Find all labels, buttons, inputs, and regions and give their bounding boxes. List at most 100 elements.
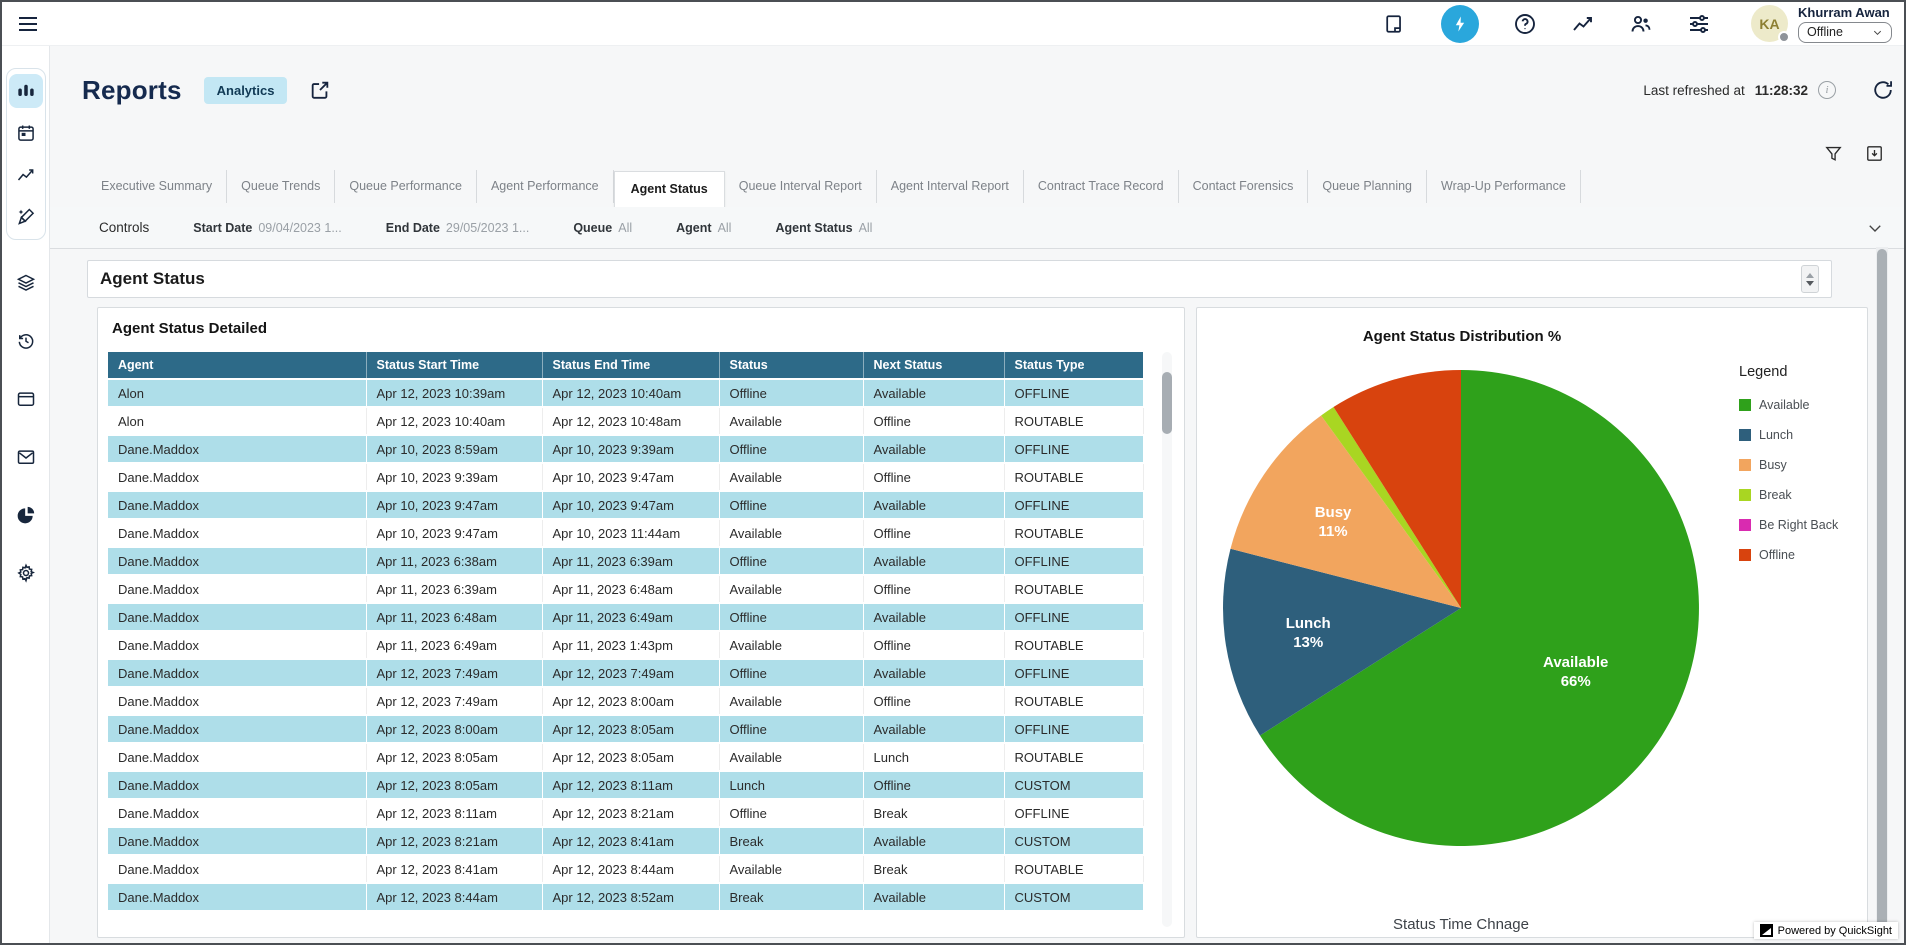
table-cell: Apr 12, 2023 8:05am xyxy=(542,715,719,743)
table-cell: Apr 10, 2023 9:47am xyxy=(366,491,542,519)
column-header[interactable]: Status Type xyxy=(1004,352,1143,379)
layers-icon xyxy=(16,273,36,293)
table-row[interactable]: Dane.MaddoxApr 12, 2023 8:21amApr 12, 20… xyxy=(108,827,1143,855)
table-cell: Available xyxy=(863,547,1004,575)
info-icon[interactable]: i xyxy=(1818,81,1836,99)
status-dropdown[interactable]: Offline xyxy=(1798,22,1892,43)
table-cell: Apr 11, 2023 1:43pm xyxy=(542,631,719,659)
browser-window-icon xyxy=(16,389,36,409)
settings-sliders-icon[interactable] xyxy=(1687,12,1711,36)
legend-item-busy[interactable]: Busy xyxy=(1739,458,1838,472)
column-header[interactable]: Status xyxy=(719,352,863,379)
avatar[interactable]: KA xyxy=(1751,5,1788,42)
controls-collapse-chevron-icon[interactable] xyxy=(1866,219,1884,242)
table-row[interactable]: Dane.MaddoxApr 12, 2023 8:11amApr 12, 20… xyxy=(108,799,1143,827)
control-agent[interactable]: AgentAll xyxy=(676,221,731,235)
sidebar-item-trends[interactable] xyxy=(9,158,43,192)
refresh-icon[interactable] xyxy=(1872,79,1894,101)
table-row[interactable]: Dane.MaddoxApr 12, 2023 8:05amApr 12, 20… xyxy=(108,771,1143,799)
tab-wrap-up-performance[interactable]: Wrap-Up Performance xyxy=(1427,170,1581,203)
table-row[interactable]: Dane.MaddoxApr 11, 2023 6:39amApr 11, 20… xyxy=(108,575,1143,603)
table-row[interactable]: Dane.MaddoxApr 12, 2023 8:00amApr 12, 20… xyxy=(108,715,1143,743)
legend-item-lunch[interactable]: Lunch xyxy=(1739,428,1838,442)
table-cell: Available xyxy=(863,435,1004,463)
table-row[interactable]: AlonApr 12, 2023 10:39amApr 12, 2023 10:… xyxy=(108,379,1143,407)
sidebar-item-schedule[interactable] xyxy=(9,116,43,150)
controls-label[interactable]: Controls xyxy=(99,220,149,235)
sidebar-item-mail[interactable] xyxy=(9,440,43,474)
table-row[interactable]: Dane.MaddoxApr 11, 2023 6:38amApr 11, 20… xyxy=(108,547,1143,575)
calendar-icon xyxy=(16,123,36,143)
legend-item-available[interactable]: Available xyxy=(1739,398,1838,412)
tab-agent-interval-report[interactable]: Agent Interval Report xyxy=(877,170,1024,203)
analytics-chart-icon[interactable] xyxy=(1571,12,1595,36)
tab-queue-trends[interactable]: Queue Trends xyxy=(227,170,335,203)
legend-item-be-right-back[interactable]: Be Right Back xyxy=(1739,518,1838,532)
column-header[interactable]: Status End Time xyxy=(542,352,719,379)
legend-item-offline[interactable]: Offline xyxy=(1739,548,1838,562)
table-row[interactable]: AlonApr 12, 2023 10:40amApr 12, 2023 10:… xyxy=(108,407,1143,435)
control-agent-status[interactable]: Agent StatusAll xyxy=(775,221,872,235)
table-cell: Offline xyxy=(719,435,863,463)
analytics-badge[interactable]: Analytics xyxy=(204,77,288,104)
table-cell: Dane.Maddox xyxy=(108,519,366,547)
table-row[interactable]: Dane.MaddoxApr 12, 2023 7:49amApr 12, 20… xyxy=(108,687,1143,715)
table-row[interactable]: Dane.MaddoxApr 10, 2023 9:47amApr 10, 20… xyxy=(108,519,1143,547)
page-scrollbar-thumb[interactable] xyxy=(1877,249,1887,934)
lightning-icon[interactable] xyxy=(1441,5,1479,43)
sidebar-item-window[interactable] xyxy=(9,382,43,416)
control-start-date[interactable]: Start Date09/04/2023 1... xyxy=(193,221,341,235)
hamburger-menu-icon[interactable] xyxy=(16,12,40,36)
sidebar-item-reports[interactable] xyxy=(9,74,43,108)
sidebar-item-layers[interactable] xyxy=(9,266,43,300)
tab-contract-trace-record[interactable]: Contract Trace Record xyxy=(1024,170,1179,203)
table-row[interactable]: Dane.MaddoxApr 12, 2023 7:49amApr 12, 20… xyxy=(108,659,1143,687)
table-cell: Apr 12, 2023 8:00am xyxy=(542,687,719,715)
tab-queue-interval-report[interactable]: Queue Interval Report xyxy=(725,170,877,203)
column-header[interactable]: Next Status xyxy=(863,352,1004,379)
filter-icon[interactable] xyxy=(1824,144,1843,163)
sidebar-item-history[interactable] xyxy=(9,324,43,358)
table-cell: Apr 11, 2023 6:39am xyxy=(366,575,542,603)
sidebar-item-settings[interactable] xyxy=(9,556,43,590)
column-header[interactable]: Status Start Time xyxy=(366,352,542,379)
tab-executive-summary[interactable]: Executive Summary xyxy=(87,170,227,203)
table-cell: Apr 11, 2023 6:49am xyxy=(542,603,719,631)
table-scrollbar-thumb[interactable] xyxy=(1162,372,1172,434)
table-row[interactable]: Dane.MaddoxApr 10, 2023 8:59amApr 10, 20… xyxy=(108,435,1143,463)
table-row[interactable]: Dane.MaddoxApr 12, 2023 8:44amApr 12, 20… xyxy=(108,883,1143,911)
control-queue[interactable]: QueueAll xyxy=(573,221,632,235)
tab-agent-status[interactable]: Agent Status xyxy=(614,171,725,208)
sidebar-item-design[interactable] xyxy=(9,200,43,234)
table-cell: Apr 12, 2023 8:52am xyxy=(542,883,719,911)
tab-queue-performance[interactable]: Queue Performance xyxy=(335,170,477,203)
section-spinner[interactable] xyxy=(1801,265,1819,293)
agents-icon[interactable] xyxy=(1629,12,1653,36)
table-cell: Offline xyxy=(863,575,1004,603)
table-cell: Apr 10, 2023 9:47am xyxy=(542,491,719,519)
table-cell: Offline xyxy=(719,379,863,407)
download-icon[interactable] xyxy=(1865,144,1884,163)
table-scrollbar[interactable] xyxy=(1162,352,1172,927)
tab-agent-performance[interactable]: Agent Performance xyxy=(477,170,614,203)
table-row[interactable]: Dane.MaddoxApr 10, 2023 9:47amApr 10, 20… xyxy=(108,491,1143,519)
help-icon[interactable] xyxy=(1513,12,1537,36)
page-scrollbar[interactable] xyxy=(1876,247,1888,939)
sidebar-item-pie-reports[interactable] xyxy=(9,498,43,532)
tab-queue-planning[interactable]: Queue Planning xyxy=(1308,170,1427,203)
table-row[interactable]: Dane.MaddoxApr 10, 2023 9:39amApr 10, 20… xyxy=(108,463,1143,491)
legend-item-break[interactable]: Break xyxy=(1739,488,1838,502)
external-link-icon[interactable] xyxy=(309,79,331,101)
table-row[interactable]: Dane.MaddoxApr 11, 2023 6:49amApr 11, 20… xyxy=(108,631,1143,659)
legend-label: Available xyxy=(1759,398,1810,412)
legend-swatch xyxy=(1739,489,1751,501)
column-header[interactable]: Agent xyxy=(108,352,366,379)
table-cell: Dane.Maddox xyxy=(108,631,366,659)
table-row[interactable]: Dane.MaddoxApr 12, 2023 8:05amApr 12, 20… xyxy=(108,743,1143,771)
control-end-date[interactable]: End Date29/05/2023 1... xyxy=(386,221,530,235)
table-row[interactable]: Dane.MaddoxApr 11, 2023 6:48amApr 11, 20… xyxy=(108,603,1143,631)
table-row[interactable]: Dane.MaddoxApr 12, 2023 8:41amApr 12, 20… xyxy=(108,855,1143,883)
document-icon[interactable] xyxy=(1383,12,1407,36)
powered-by-text: Powered by QuickSight xyxy=(1778,925,1892,937)
tab-contact-forensics[interactable]: Contact Forensics xyxy=(1179,170,1309,203)
